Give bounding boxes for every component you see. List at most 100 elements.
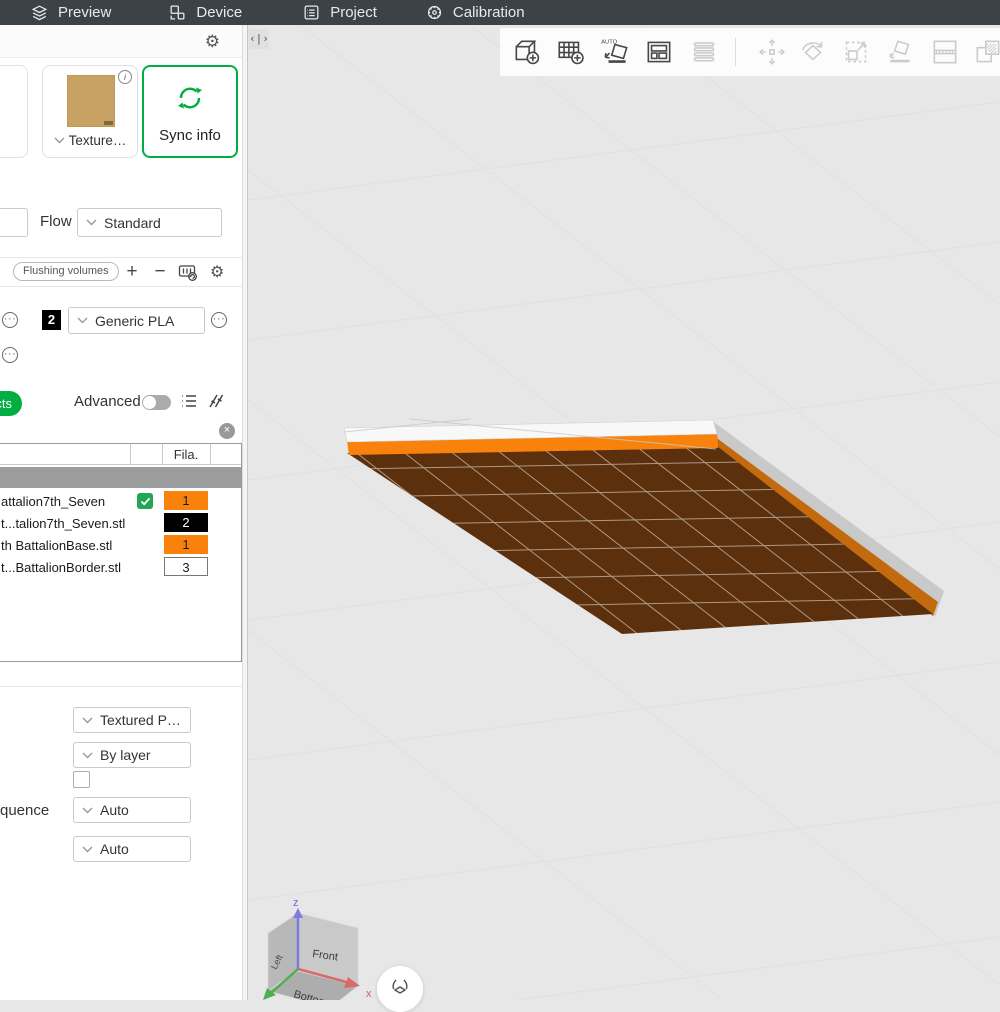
plate-type-value: Textured P… bbox=[100, 712, 181, 728]
filament-assignment-cell[interactable]: 3 bbox=[164, 557, 208, 576]
device-icon bbox=[168, 3, 187, 22]
object-name: t...talion7th_Seven.stl bbox=[1, 516, 125, 531]
filament-settings-gear-icon[interactable]: ⚙ bbox=[210, 265, 224, 281]
toolbar-divider bbox=[735, 38, 736, 66]
printer-card-partial[interactable] bbox=[0, 65, 28, 158]
object-list-table: Fila. attalion7th_Seven 1 t...talion7th_… bbox=[0, 443, 242, 662]
chevron-down-icon bbox=[82, 846, 93, 853]
add-filament-button[interactable]: + bbox=[121, 261, 143, 283]
sync-info-label: Sync info bbox=[144, 127, 236, 144]
filament-type-dropdown[interactable]: Generic PLA bbox=[68, 307, 205, 334]
auto-orient-icon[interactable]: AUTO bbox=[598, 33, 634, 71]
mode-dropdown[interactable]: By layer bbox=[73, 742, 191, 768]
filament-assignment-cell[interactable]: 1 bbox=[164, 491, 208, 510]
add-object-icon[interactable] bbox=[509, 33, 545, 71]
nozzle-field-partial[interactable] bbox=[0, 208, 28, 237]
ams-sync-icon[interactable] bbox=[177, 262, 199, 284]
tab-calibration-label: Calibration bbox=[453, 4, 525, 21]
layers-icon[interactable] bbox=[686, 33, 722, 71]
list-view-icon[interactable] bbox=[180, 392, 198, 415]
plate-notch bbox=[104, 121, 113, 125]
remove-filament-button[interactable]: − bbox=[149, 261, 171, 283]
secondary-dropdown[interactable]: Auto bbox=[73, 836, 191, 862]
chevron-down-icon bbox=[82, 807, 93, 814]
filament-assignment-cell[interactable]: 1 bbox=[164, 535, 208, 554]
tab-calibration[interactable]: Calibration bbox=[425, 3, 525, 22]
object-name: th BattalionBase.stl bbox=[1, 538, 112, 553]
objects-tab[interactable]: cts bbox=[0, 391, 22, 416]
chevron-down-icon bbox=[77, 317, 88, 324]
flow-label: Flow bbox=[40, 213, 72, 230]
flushing-volumes-button[interactable]: Flushing volumes bbox=[13, 262, 119, 281]
scene-canvas: Front Left Bottom z x bbox=[248, 25, 1000, 1000]
plate-option-checkbox[interactable] bbox=[73, 771, 90, 788]
fila-column-header: Fila. bbox=[162, 447, 210, 462]
table-row[interactable]: t...talion7th_Seven.stl 2 bbox=[0, 512, 241, 534]
secondary-value: Auto bbox=[100, 841, 129, 857]
split-to-plates-icon[interactable] bbox=[927, 33, 963, 71]
print-sequence-dropdown[interactable]: Auto bbox=[73, 797, 191, 823]
split-to-parts-icon[interactable] bbox=[970, 33, 1000, 71]
panel-header: ⚙ bbox=[0, 25, 242, 58]
move-icon[interactable] bbox=[754, 33, 790, 71]
table-row[interactable]: attalion7th_Seven 1 bbox=[0, 490, 241, 512]
build-plate-card[interactable]: i Texture… bbox=[42, 65, 138, 158]
filament-material: Generic PLA bbox=[95, 313, 174, 329]
textured-plate-image bbox=[67, 75, 115, 127]
advanced-label: Advanced bbox=[74, 393, 141, 410]
panel-collapse-handle[interactable]: ‹|› bbox=[249, 29, 269, 49]
add-plate-icon[interactable] bbox=[553, 33, 589, 71]
object-name: attalion7th_Seven bbox=[1, 494, 105, 509]
lay-on-face-icon[interactable] bbox=[882, 33, 918, 71]
table-row[interactable]: th BattalionBase.stl 1 bbox=[0, 534, 241, 556]
project-list-icon bbox=[302, 3, 321, 22]
divider bbox=[0, 286, 242, 287]
chevron-down-icon bbox=[82, 717, 93, 724]
chevron-down-icon bbox=[54, 137, 65, 144]
filament-2-menu-icon[interactable]: ··· bbox=[211, 312, 227, 328]
sync-info-button[interactable]: Sync info bbox=[142, 65, 238, 158]
tune-params-icon[interactable] bbox=[207, 392, 225, 415]
rotate-icon[interactable] bbox=[795, 33, 831, 71]
axis-z-label: z bbox=[293, 897, 299, 909]
info-icon[interactable]: i bbox=[118, 70, 132, 84]
viewport-3d[interactable]: Front Left Bottom z x ‹|› bbox=[248, 25, 1000, 1000]
filament-assignment-cell[interactable]: 2 bbox=[164, 513, 208, 532]
search-clear-icon[interactable]: × bbox=[219, 423, 235, 439]
tab-project-label: Project bbox=[330, 4, 377, 21]
checked-checkbox[interactable] bbox=[137, 493, 153, 509]
axis-x-label: x bbox=[366, 988, 372, 1000]
tab-device-label: Device bbox=[196, 4, 242, 21]
panel-scrollbar[interactable] bbox=[242, 25, 248, 1000]
sync-icon bbox=[144, 83, 236, 113]
divider bbox=[0, 257, 242, 258]
flow-dropdown[interactable]: Standard bbox=[77, 208, 222, 237]
table-header: Fila. bbox=[0, 444, 241, 465]
print-sequence-label: quence bbox=[0, 802, 49, 819]
scale-icon[interactable] bbox=[838, 33, 874, 71]
toggle-knob bbox=[143, 396, 156, 409]
object-name: t...BattalionBorder.stl bbox=[1, 560, 121, 575]
chevron-down-icon bbox=[82, 752, 93, 759]
tab-preview[interactable]: Preview bbox=[30, 3, 111, 22]
navigation-cube[interactable]: Front Left Bottom z x bbox=[263, 897, 372, 1000]
printer-settings-gear-icon[interactable]: ⚙ bbox=[205, 33, 220, 50]
divider bbox=[0, 686, 242, 687]
sidebar-panel: ⚙ i Texture… Sync info Flow Standard bbox=[0, 25, 248, 1000]
arrange-icon[interactable] bbox=[641, 33, 677, 71]
plate-type-label-row: Texture… bbox=[43, 133, 137, 148]
tab-device[interactable]: Device bbox=[168, 3, 242, 22]
plate-type-dropdown[interactable]: Textured P… bbox=[73, 707, 191, 733]
filament-2-color-swatch[interactable]: 2 bbox=[42, 310, 61, 330]
tab-project[interactable]: Project bbox=[302, 3, 377, 22]
top-menu-bar: Preview Device Project Calibration bbox=[0, 0, 1000, 25]
model-object[interactable] bbox=[300, 419, 976, 673]
filament-1-menu-icon[interactable]: ··· bbox=[2, 312, 18, 328]
flow-value: Standard bbox=[104, 215, 161, 231]
table-row[interactable]: t...BattalionBorder.stl 3 bbox=[0, 556, 241, 578]
filament-3-menu-icon[interactable]: ··· bbox=[2, 347, 18, 363]
advanced-toggle[interactable] bbox=[142, 395, 171, 410]
fit-view-button[interactable] bbox=[377, 966, 423, 1012]
print-sequence-value: Auto bbox=[100, 802, 129, 818]
selected-plate-row[interactable] bbox=[0, 467, 241, 488]
